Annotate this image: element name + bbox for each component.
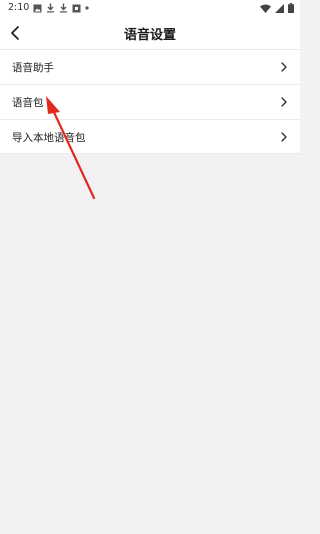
row-label: 语音助手 [12,62,54,74]
row-label: 语音包 [12,97,44,109]
download-icon [60,3,67,13]
notification-icons [33,3,89,13]
settings-row-voice-assistant[interactable]: 语音助手 [0,49,300,84]
app-icon [72,4,81,12]
page-title: 语音设置 [123,28,176,43]
chevron-right-icon [281,132,287,142]
status-bar: 2:10 [0,0,300,16]
top-app-bar: 语音设置 [0,16,300,49]
image-icon [33,4,42,12]
status-time: 2:10 [8,2,30,13]
settings-row-import-local-voice-pack[interactable]: 导入本地语音包 [0,119,300,154]
signal-icon [275,3,284,13]
row-label: 导入本地语音包 [12,132,86,144]
chevron-right-icon [281,62,287,72]
chevron-right-icon [281,97,287,107]
dot-icon [85,6,89,10]
system-icons [260,3,294,13]
settings-row-voice-pack[interactable]: 语音包 [0,84,300,119]
wifi-icon [260,4,271,13]
settings-list: 语音助手 语音包 导入本地语音包 [0,49,300,154]
download-icon [47,3,54,13]
battery-icon [288,3,294,13]
